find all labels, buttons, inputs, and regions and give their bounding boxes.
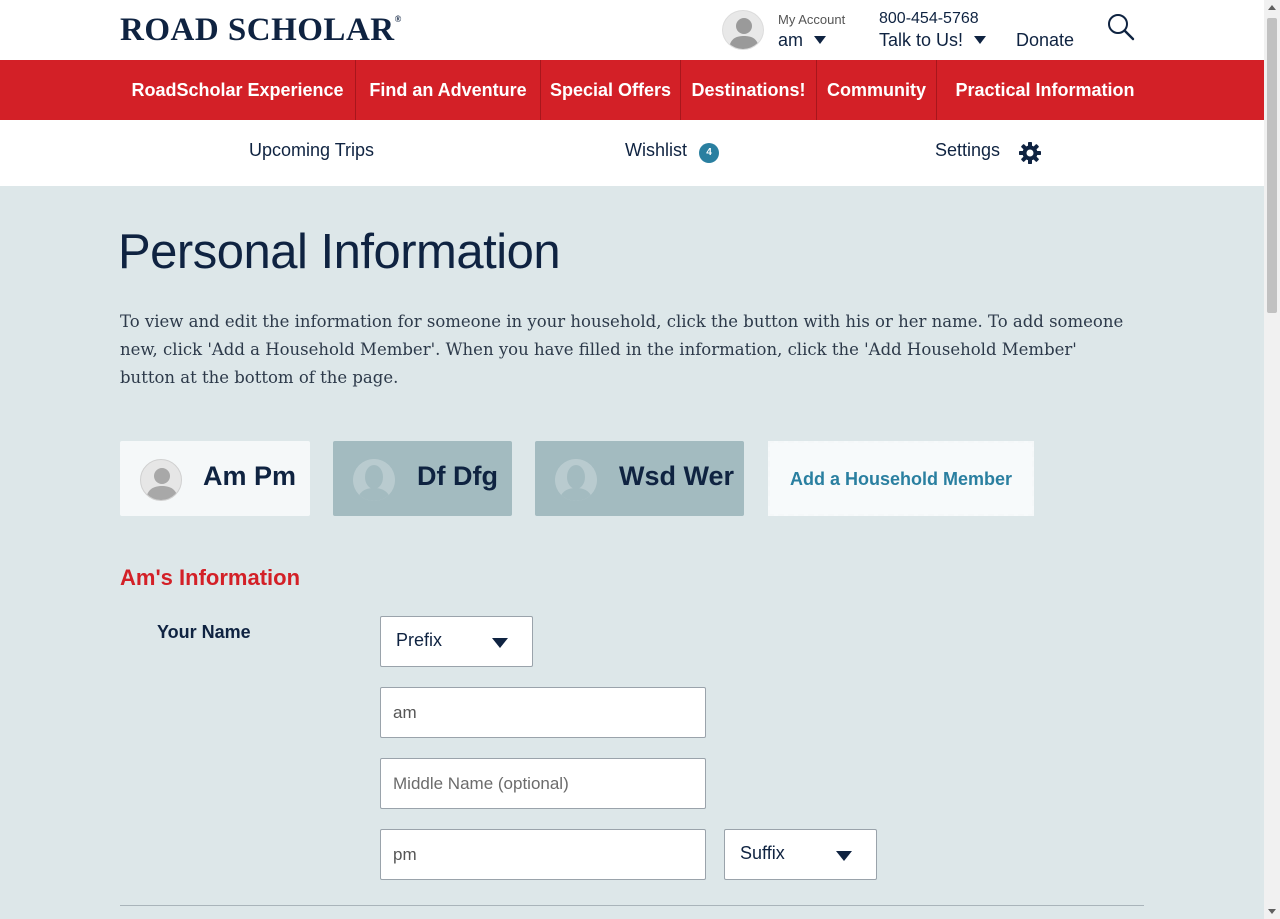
logo-text: ROAD SCHOLAR — [120, 12, 395, 48]
nav-item-roadscholar-experience[interactable]: RoadScholar Experience — [120, 60, 355, 120]
section-divider — [120, 905, 1144, 906]
section-title: Am's Information — [120, 565, 301, 590]
logo-registered-mark: ® — [394, 14, 402, 24]
user-silhouette-icon — [140, 459, 182, 501]
main-nav: RoadScholar Experience Find an Adventure… — [0, 60, 1264, 120]
user-silhouette-icon — [555, 459, 597, 501]
intro-text: To view and edit the information for som… — [120, 312, 1124, 387]
tab-upcoming-trips[interactable]: Upcoming Trips — [249, 140, 374, 161]
scroll-up-arrow-icon[interactable] — [1268, 5, 1276, 10]
household-member-name: Wsd Wer — [619, 461, 735, 491]
talk-to-us-dropdown[interactable]: Talk to Us! — [879, 30, 963, 51]
your-name-label: Your Name — [157, 622, 251, 642]
gear-icon[interactable] — [1018, 141, 1042, 165]
suffix-select[interactable]: Suffix — [724, 829, 877, 880]
chevron-down-icon[interactable] — [974, 36, 986, 44]
tab-wishlist[interactable]: Wishlist — [625, 140, 687, 161]
phone-number[interactable]: 800-454-5768 — [879, 10, 979, 28]
donate-link[interactable]: Donate — [1016, 30, 1074, 51]
page-title: Personal Information — [118, 225, 561, 279]
account-avatar-icon[interactable] — [722, 10, 764, 50]
nav-item-destinations[interactable]: Destinations! — [681, 60, 816, 120]
nav-item-practical-information[interactable]: Practical Information — [937, 60, 1153, 120]
scroll-down-arrow-icon[interactable] — [1268, 909, 1276, 914]
road-scholar-logo[interactable]: ROAD SCHOLAR® — [120, 12, 402, 49]
suffix-select-value: Suffix — [740, 843, 785, 863]
prefix-select[interactable]: Prefix — [380, 616, 533, 667]
search-icon[interactable] — [1106, 12, 1136, 42]
household-member-button[interactable]: Wsd Wer — [535, 441, 744, 516]
account-name-dropdown[interactable]: am — [778, 30, 803, 51]
household-member-button[interactable]: Df Dfg — [333, 441, 512, 516]
nav-item-find-an-adventure[interactable]: Find an Adventure — [356, 60, 540, 120]
last-name-field[interactable] — [380, 829, 706, 880]
account-sub-nav: Upcoming Trips Wishlist Settings — [0, 120, 1264, 186]
user-silhouette-icon — [353, 459, 395, 501]
household-member-button[interactable]: Am Pm — [120, 441, 310, 516]
nav-item-special-offers[interactable]: Special Offers — [541, 60, 680, 120]
household-member-name: Am Pm — [203, 461, 297, 491]
scrollbar-thumb[interactable] — [1267, 18, 1277, 313]
top-header: ROAD SCHOLAR® My Account am 800-454-5768… — [0, 0, 1264, 60]
middle-name-field[interactable] — [380, 758, 706, 809]
chevron-down-icon — [836, 851, 852, 861]
chevron-down-icon[interactable] — [814, 36, 826, 44]
household-member-name: Df Dfg — [417, 461, 498, 491]
my-account-label[interactable]: My Account — [778, 12, 845, 27]
nav-item-community[interactable]: Community — [817, 60, 936, 120]
tab-settings[interactable]: Settings — [935, 140, 1000, 161]
chevron-down-icon — [492, 638, 508, 648]
wishlist-count-badge: 4 — [699, 143, 719, 163]
page-scrollbar[interactable] — [1264, 0, 1280, 919]
add-household-member-button[interactable]: Add a Household Member — [768, 441, 1034, 516]
prefix-select-value: Prefix — [396, 630, 443, 650]
first-name-field[interactable] — [380, 687, 706, 738]
add-household-member-label: Add a Household Member — [790, 469, 1013, 489]
